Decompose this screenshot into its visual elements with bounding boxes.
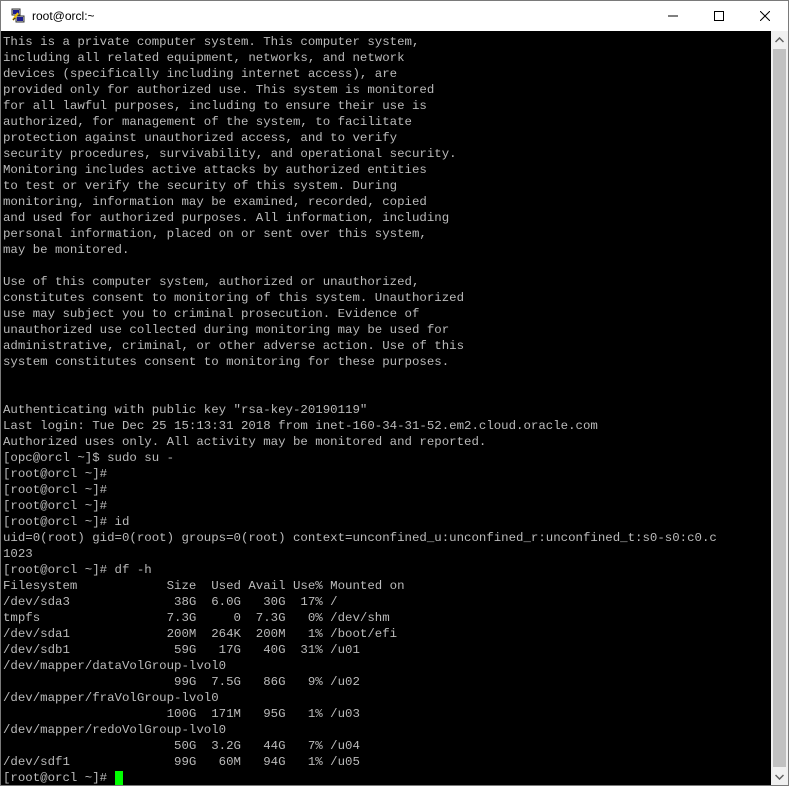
terminal-line: provided only for authorized use. This s… [3, 83, 435, 97]
terminal-line: /dev/mapper/fraVolGroup-lvol0 [3, 691, 219, 705]
terminal-cursor [114, 771, 123, 785]
terminal-line: 50G 3.2G 44G 7% /u04 [3, 739, 360, 753]
terminal-line: [root@orcl ~]# [3, 499, 108, 513]
terminal-line: for all lawful purposes, including to en… [3, 99, 427, 113]
terminal-line: [root@orcl ~]# df -h [3, 563, 152, 577]
terminal-screen[interactable]: This is a private computer system. This … [1, 31, 771, 785]
terminal-line: to test or verify the security of this s… [3, 179, 398, 193]
terminal-line: monitoring, information may be examined,… [3, 195, 427, 209]
terminal-line: uid=0(root) gid=0(root) groups=0(root) c… [3, 531, 717, 545]
terminal-line: This is a private computer system. This … [3, 35, 420, 49]
terminal-line: [root@orcl ~]# [3, 467, 108, 481]
terminal-line: 99G 7.5G 86G 9% /u02 [3, 675, 360, 689]
terminal-line: administrative, criminal, or other adver… [3, 339, 465, 353]
terminal-line: Last login: Tue Dec 25 15:13:31 2018 fro… [3, 419, 598, 433]
terminal-line: Authenticating with public key "rsa-key-… [3, 403, 368, 417]
title-bar[interactable]: root@orcl:~ [1, 1, 788, 31]
terminal-line: /dev/sda1 200M 264K 200M 1% /boot/efi [3, 627, 398, 641]
terminal-line: /dev/mapper/dataVolGroup-lvol0 [3, 659, 227, 673]
terminal-line: constitutes consent to monitoring of thi… [3, 291, 465, 305]
close-icon [760, 11, 770, 21]
terminal-line: /dev/sdb1 59G 17G 40G 31% /u01 [3, 643, 360, 657]
terminal-line: protection against unauthorized access, … [3, 131, 398, 145]
maximize-icon [714, 11, 724, 21]
vertical-scrollbar[interactable] [771, 31, 788, 785]
terminal-line: tmpfs 7.3G 0 7.3G 0% /dev/shm [3, 611, 390, 625]
terminal-line: /dev/mapper/redoVolGroup-lvol0 [3, 723, 227, 737]
terminal-line: [root@orcl ~]# [3, 483, 108, 497]
minimize-button[interactable] [650, 1, 696, 31]
window-title: root@orcl:~ [32, 9, 95, 23]
scrollbar-thumb[interactable] [773, 49, 786, 767]
terminal-line: /dev/sda3 38G 6.0G 30G 17% / [3, 595, 338, 609]
scroll-down-arrow-icon [775, 773, 784, 780]
close-button[interactable] [742, 1, 788, 31]
terminal-line: Use of this computer system, authorized … [3, 275, 420, 289]
terminal-line: personal information, placed on or sent … [3, 227, 427, 241]
scroll-up-arrow-icon [775, 36, 784, 43]
scroll-up-button[interactable] [771, 31, 788, 48]
terminal-line: including all related equipment, network… [3, 51, 405, 65]
minimize-icon [668, 15, 678, 17]
terminal-line: Filesystem Size Used Avail Use% Mounted … [3, 579, 405, 593]
maximize-button[interactable] [696, 1, 742, 31]
terminal-line: /dev/sdf1 99G 60M 94G 1% /u05 [3, 755, 360, 769]
terminal-line: devices (specifically including internet… [3, 67, 398, 81]
terminal-line: [root@orcl ~]# [3, 771, 115, 785]
terminal-line: [root@orcl ~]# id [3, 515, 130, 529]
terminal-window: root@orcl:~ This is a private computer s… [0, 0, 789, 786]
terminal-line: security procedures, survivability, and … [3, 147, 457, 161]
terminal-line: 1023 [3, 547, 33, 561]
terminal-line: may be monitored. [3, 243, 130, 257]
terminal-line: Monitoring includes active attacks by au… [3, 163, 427, 177]
terminal-line: [opc@orcl ~]$ sudo su - [3, 451, 175, 465]
terminal-line: 100G 171M 95G 1% /u03 [3, 707, 360, 721]
terminal-line: unauthorized use collected during monito… [3, 323, 450, 337]
terminal-line: system constitutes consent to monitoring… [3, 355, 450, 369]
terminal-line: authorized, for management of the system… [3, 115, 412, 129]
putty-icon[interactable] [10, 8, 26, 24]
terminal-line: use may subject you to criminal prosecut… [3, 307, 420, 321]
terminal-line: and used for authorized purposes. All in… [3, 211, 450, 225]
scroll-down-button[interactable] [771, 768, 788, 785]
terminal-line: Authorized uses only. All activity may b… [3, 435, 487, 449]
